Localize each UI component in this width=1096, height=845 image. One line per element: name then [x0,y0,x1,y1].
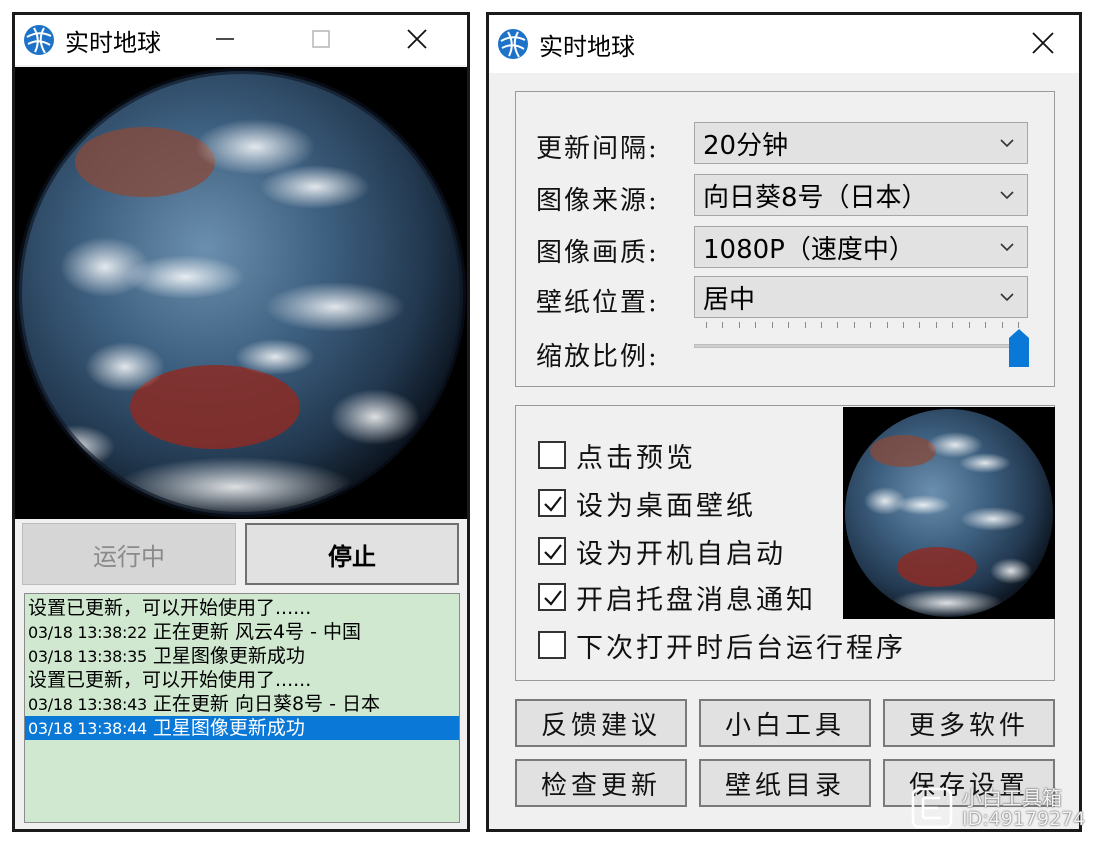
slider-tick [788,322,789,328]
minimize-icon [216,38,234,40]
maximize-icon [312,30,330,48]
slider-tick [805,322,806,328]
quality-label: 图像画质: [536,238,659,268]
globe-app-icon [24,25,54,55]
source-select[interactable]: 向日葵8号（日本） [694,174,1028,216]
checkmark-icon [544,590,562,606]
minimize-button[interactable] [205,21,245,57]
slider-tick [870,322,871,328]
chevron-down-icon [1000,191,1014,200]
watermark-id: ID:49179274 [962,808,1086,830]
option-set-wallpaper[interactable]: 设为桌面壁纸 [538,484,756,522]
settings-window: 实时地球 更新间隔: 20分钟 图像来源: 向日葵8号（日本） 图像画质: 10… [486,12,1082,832]
log-line-selected[interactable]: 03/18 13:38:44 卫星图像更新成功 [25,716,459,740]
slider-tick [952,322,953,328]
option-tray-notify[interactable]: 开启托盘消息通知 [538,578,816,616]
earth-preview-image [843,407,1055,619]
log-line[interactable]: 03/18 13:38:43 正在更新 向日葵8号 - 日本 [25,692,459,716]
stop-button[interactable]: 停止 [245,523,459,585]
scale-label: 缩放比例: [536,342,659,372]
checkbox[interactable] [538,631,566,659]
slider-tick [969,322,970,328]
globe-app-icon [498,29,528,59]
slider-tick [887,322,888,328]
wallpaper-dir-button[interactable]: 壁纸目录 [699,759,871,807]
option-autostart[interactable]: 设为开机自启动 [538,532,786,570]
option-label: 设为开机自启动 [576,538,786,570]
interval-select[interactable]: 20分钟 [694,122,1028,164]
checkbox[interactable] [538,441,566,469]
slider-tick [755,322,756,328]
slider-tick [821,322,822,328]
slider-tick [1002,322,1003,328]
slider-tick [903,322,904,328]
settings-group: 更新间隔: 20分钟 图像来源: 向日葵8号（日本） 图像画质: 1080P（速… [515,91,1055,387]
slider-tick [772,322,773,328]
watermark-logo-icon [911,787,953,829]
chevron-down-icon [1000,139,1014,148]
checkmark-icon [544,544,562,560]
option-label: 开启托盘消息通知 [576,584,816,616]
log-line[interactable]: 03/18 13:38:22 正在更新 风云4号 - 中国 [25,620,459,644]
checkbox-checked[interactable] [538,537,566,565]
earth-image [15,67,467,519]
check-update-button[interactable]: 检查更新 [515,759,687,807]
scale-slider-track[interactable] [694,344,1024,348]
checkbox-checked[interactable] [538,489,566,517]
option-background-run[interactable]: 下次打开时后台运行程序 [538,626,906,664]
quality-value: 1080P（速度中） [703,234,915,265]
close-icon [407,29,427,49]
watermark-text: 小白工具箱 [962,786,1062,810]
option-label: 点击预览 [576,442,696,474]
window-title: 实时地球 [539,32,635,61]
slider-tick [854,322,855,328]
log-list[interactable]: 设置已更新，可以开始使用了...... 03/18 13:38:22 正在更新 … [24,593,460,823]
position-value: 居中 [703,284,756,315]
position-label: 壁纸位置: [536,288,659,318]
option-preview[interactable]: 点击预览 [538,436,696,474]
checkbox-checked[interactable] [538,583,566,611]
running-button[interactable]: 运行中 [22,523,236,585]
close-button[interactable] [1023,25,1063,61]
tools-button[interactable]: 小白工具 [699,699,871,747]
scale-slider-thumb[interactable] [1008,328,1030,368]
watermark: 小白工具箱 ID:49179274 [910,778,1090,838]
source-label: 图像来源: [536,186,659,216]
log-line[interactable]: 03/18 13:38:35 卫星图像更新成功 [25,644,459,668]
close-icon [1032,32,1054,54]
slider-tick [739,322,740,328]
position-select[interactable]: 居中 [694,276,1028,318]
maximize-button[interactable] [301,21,341,57]
option-label: 设为桌面壁纸 [576,490,756,522]
slider-tick [706,322,707,328]
log-line[interactable]: 设置已更新，可以开始使用了...... [25,668,459,692]
slider-tick [985,322,986,328]
chevron-down-icon [1000,293,1014,302]
slider-tick [919,322,920,328]
quality-select[interactable]: 1080P（速度中） [694,226,1028,268]
main-window: 实时地球 运行中 停止 设置已更新，可以开始使用了...... 03/18 13… [12,12,470,832]
more-software-button[interactable]: 更多软件 [883,699,1055,747]
slider-tick [837,322,838,328]
feedback-button[interactable]: 反馈建议 [515,699,687,747]
chevron-down-icon [1000,243,1014,252]
interval-value: 20分钟 [703,130,789,161]
window-title: 实时地球 [65,28,161,57]
slider-tick [936,322,937,328]
slider-tick [722,322,723,328]
option-label: 下次打开时后台运行程序 [576,632,906,664]
log-line[interactable]: 设置已更新，可以开始使用了...... [25,596,459,620]
checkmark-icon [544,496,562,512]
settings-title-bar[interactable]: 实时地球 [489,15,1079,73]
source-value: 向日葵8号（日本） [703,182,928,213]
interval-label: 更新间隔: [536,134,659,164]
title-bar[interactable]: 实时地球 [15,15,467,65]
close-button[interactable] [397,21,437,57]
